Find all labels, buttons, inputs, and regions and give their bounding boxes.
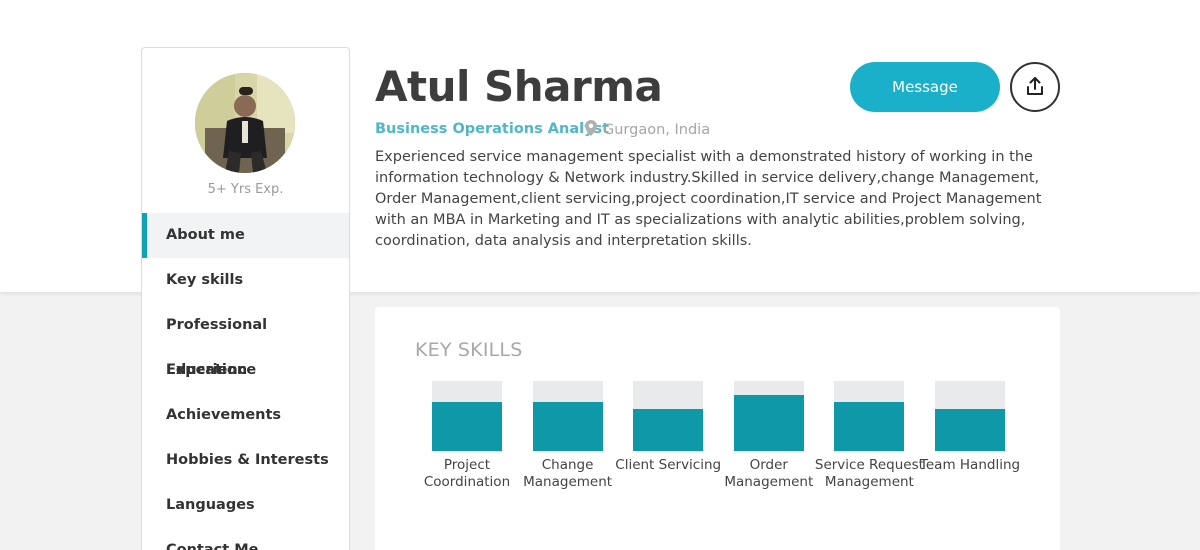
sidebar-nav: About me Key skills Professional Experie… xyxy=(142,213,349,550)
skill-item: Order Management xyxy=(714,381,824,491)
skill-bar xyxy=(733,381,804,451)
sidebar-item-key-skills[interactable]: Key skills xyxy=(142,258,349,303)
skill-label: Service Request Management xyxy=(814,457,924,490)
skill-label: Client Servicing xyxy=(615,457,722,473)
location-pin-icon xyxy=(585,120,597,140)
key-skills-title: KEY SKILLS xyxy=(415,339,523,361)
skill-bar xyxy=(432,381,502,451)
skill-bar xyxy=(532,381,603,451)
sidebar-item-professional-experience[interactable]: Professional Experience xyxy=(142,303,349,378)
share-upload-icon xyxy=(1024,75,1046,100)
skill-bar-fill xyxy=(834,402,905,451)
sidebar-item-languages[interactable]: Languages xyxy=(142,483,349,528)
profile-summary: Experienced service management specialis… xyxy=(375,149,1042,249)
skill-bar xyxy=(834,381,905,451)
sidebar-item-hobbies[interactable]: Hobbies & Interests xyxy=(142,438,349,483)
location-text: Gurgaon, India xyxy=(603,122,711,138)
skill-item: Project Coordination xyxy=(412,381,522,491)
profile-name: Atul Sharma xyxy=(375,62,663,111)
skill-item: Team Handling xyxy=(915,381,1025,474)
sidebar-item-achievements[interactable]: Achievements xyxy=(142,393,349,438)
experience-years: 5+ Yrs Exp. xyxy=(207,182,284,197)
skill-label: Change Management xyxy=(523,457,613,490)
avatar xyxy=(195,73,295,173)
skill-bar xyxy=(935,381,1005,451)
skill-item: Client Servicing xyxy=(613,381,723,474)
key-skills-card: KEY SKILLS Project Coordination Change Ma… xyxy=(375,307,1060,550)
skill-label: Project Coordination xyxy=(423,457,511,490)
profile-location: Gurgaon, India xyxy=(585,120,710,140)
skill-bar-fill xyxy=(633,409,704,451)
sidebar: 5+ Yrs Exp. About me Key skills Professi… xyxy=(141,47,350,550)
share-button[interactable] xyxy=(1010,62,1060,112)
skill-item: Service Request Management xyxy=(814,381,924,491)
message-button[interactable]: Message xyxy=(850,62,1000,112)
skill-bar-fill xyxy=(935,409,1005,451)
skill-label: Team Handling xyxy=(919,457,1021,473)
skill-bar xyxy=(633,381,704,451)
sidebar-item-contact-me[interactable]: Contact Me xyxy=(142,528,349,550)
skill-bar-fill xyxy=(733,395,804,451)
profile-role: Business Operations Analyst xyxy=(375,121,610,137)
skill-bar-fill xyxy=(532,402,603,451)
skill-bar-fill xyxy=(432,402,502,451)
skill-item: Change Management xyxy=(513,381,623,491)
sidebar-item-about-me[interactable]: About me xyxy=(142,213,349,258)
sidebar-item-education[interactable]: Education xyxy=(142,348,349,393)
skill-label: Order Management xyxy=(724,457,814,490)
